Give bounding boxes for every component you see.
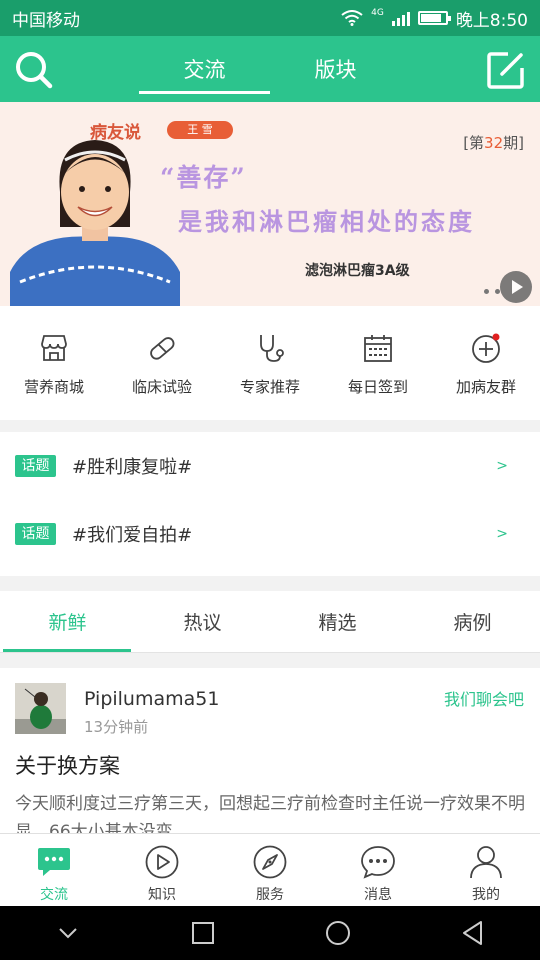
system-nav-bar (0, 906, 540, 960)
message-icon (361, 846, 395, 879)
tab-featured[interactable]: 精选 (270, 591, 405, 652)
home-icon[interactable] (324, 919, 352, 947)
nav-messages[interactable]: 消息 (324, 834, 432, 906)
chat-link[interactable]: 我们聊会吧 (444, 686, 524, 710)
topic-badge: 话题 (15, 455, 56, 477)
topic-title: #我们爱自拍# (72, 525, 193, 546)
signal-icon (391, 10, 410, 26)
stethoscope-icon (260, 335, 284, 362)
carrier-label: 中国移动 (12, 10, 80, 31)
play-icon[interactable] (500, 271, 532, 303)
quick-action-join-group[interactable]: 加病友群 (432, 306, 540, 420)
tab-fresh[interactable]: 新鲜 (0, 591, 135, 652)
clock: 晚上8:50 (455, 10, 528, 31)
top-header: 交流 版块 (0, 36, 540, 102)
play-circle-icon (145, 845, 179, 879)
nav-label: 交流 (40, 887, 68, 903)
status-icons: 4G 晚上8:50 (341, 6, 528, 31)
tab-sections[interactable]: 版块 (270, 36, 401, 102)
chat-icon (38, 848, 70, 876)
post-excerpt: 今天顺利度过三疗第三天，回想起三疗前检查时主任说一疗效果不明显，66大小基本没变 (15, 794, 525, 834)
nav-services[interactable]: 服务 (216, 834, 324, 906)
host-badge: 王 雪 (167, 121, 233, 139)
topic-list: 话题 #胜利康复啦# > 话题 #我们爱自拍# > (0, 432, 540, 576)
header-tabs: 交流 版块 (139, 36, 401, 102)
quick-action-label: 加病友群 (455, 378, 516, 396)
back-icon[interactable] (459, 919, 487, 947)
nav-exchange[interactable]: 交流 (0, 834, 108, 906)
issue-number: [第32期] (463, 134, 524, 152)
feed-tabs: 新鲜 热议 精选 病例 (0, 591, 540, 653)
post-username[interactable]: Pipilumama51 (84, 688, 219, 710)
nav-label: 知识 (148, 887, 176, 903)
quick-action-label: 每日签到 (347, 378, 408, 396)
user-icon (470, 846, 502, 879)
banner-portrait (10, 140, 180, 306)
battery-icon (417, 11, 451, 25)
nav-profile[interactable]: 我的 (432, 834, 540, 906)
quick-action-label: 临床试验 (131, 378, 192, 396)
network-type: 4G (371, 7, 384, 18)
topic-item[interactable]: 话题 #我们爱自拍# > (0, 500, 540, 568)
search-icon[interactable] (14, 50, 54, 90)
quick-action-label: 营养商城 (23, 378, 84, 396)
topic-title: #胜利康复啦# (72, 457, 193, 478)
quick-action-label: 专家推荐 (239, 378, 300, 396)
banner-tag: 病友说 (90, 123, 141, 143)
bottom-nav: 交流 知识 服务 消息 我的 (0, 833, 540, 906)
promo-banner[interactable]: 病友说 王 雪 [第32期] “善存” 是我和淋巴瘤相处的态度 滤泡淋巴瘤3A级 (0, 102, 540, 306)
quick-action-experts[interactable]: 专家推荐 (216, 306, 324, 420)
post-time: 13分钟前 (84, 718, 149, 736)
tab-hot[interactable]: 热议 (135, 591, 270, 652)
calendar-icon (364, 335, 392, 362)
quick-action-checkin[interactable]: 每日签到 (324, 306, 432, 420)
topic-item[interactable]: 话题 #胜利康复啦# > (0, 432, 540, 500)
wifi-icon (341, 10, 363, 26)
topic-badge: 话题 (15, 523, 56, 545)
recent-apps-icon[interactable] (189, 919, 217, 947)
avatar[interactable] (15, 683, 66, 734)
nav-label: 消息 (364, 887, 392, 903)
tab-exchange[interactable]: 交流 (139, 36, 270, 102)
banner-subtitle: 滤泡淋巴瘤3A级 (305, 263, 410, 279)
pill-icon (150, 337, 175, 360)
nav-label: 我的 (472, 887, 500, 903)
nav-knowledge[interactable]: 知识 (108, 834, 216, 906)
tab-cases[interactable]: 病例 (405, 591, 540, 652)
compass-icon (253, 845, 287, 879)
status-bar: 中国移动 4G 晚上8:50 (0, 0, 540, 36)
add-circle-icon (472, 333, 500, 363)
chevron-right-icon: > (496, 526, 508, 542)
banner-quote-title: “善存” (160, 163, 247, 192)
compose-icon[interactable] (486, 50, 526, 90)
post-card[interactable]: Pipilumama51 13分钟前 我们聊会吧 关于换方案 今天顺利度过三疗第… (0, 668, 540, 834)
quick-action-trials[interactable]: 临床试验 (108, 306, 216, 420)
nav-label: 服务 (256, 887, 284, 903)
banner-quote-line: 是我和淋巴瘤相处的态度 (178, 207, 475, 236)
post-title[interactable]: 关于换方案 (15, 750, 120, 780)
carousel-indicator (484, 289, 500, 294)
quick-actions: 营养商城 临床试验 专家推荐 每日签到 加病友群 (0, 306, 540, 420)
shop-icon (41, 335, 67, 361)
quick-action-shop[interactable]: 营养商城 (0, 306, 108, 420)
chevron-right-icon: > (496, 458, 508, 474)
chevron-down-icon[interactable] (54, 919, 82, 947)
